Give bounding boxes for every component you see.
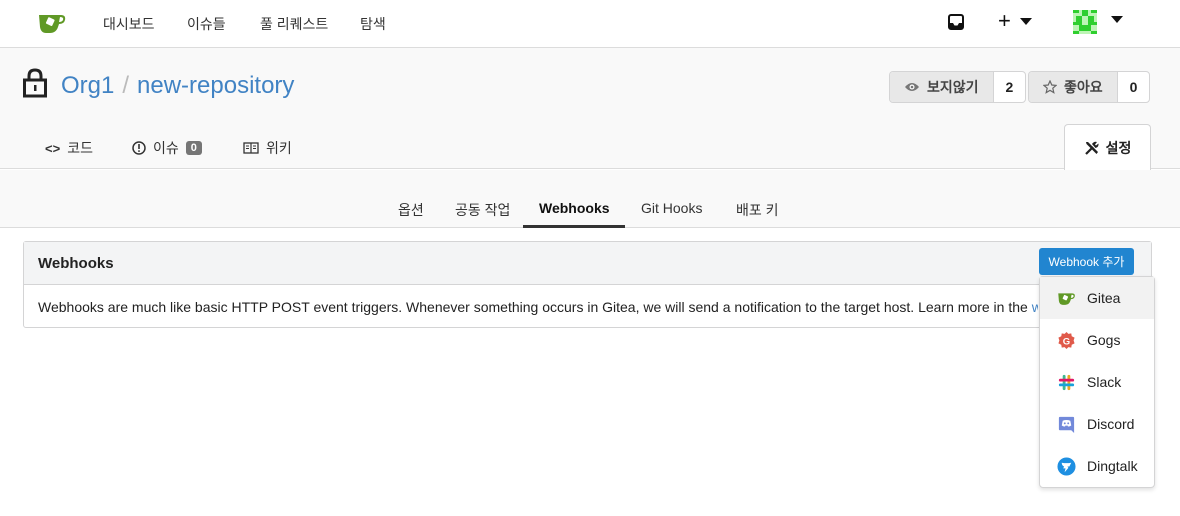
gitea-logo-icon[interactable] (37, 10, 67, 36)
unwatch-button[interactable]: 보지않기 (890, 72, 993, 102)
nav-explore[interactable]: 탐색 (360, 14, 386, 34)
submenu-options[interactable]: 옵션 (398, 200, 424, 220)
repo-owner-link[interactable]: Org1 (61, 72, 114, 99)
tab-code[interactable]: <> 코드 (45, 138, 93, 158)
repo-title: Org1 / new-repository (61, 72, 294, 100)
active-tab-underline (523, 225, 625, 228)
breadcrumb-separator: / (122, 72, 130, 99)
gogs-icon: G (1058, 331, 1075, 350)
star-button[interactable]: 좋아요 (1029, 72, 1117, 102)
issue-icon (132, 141, 146, 155)
user-menu-chevron-down-icon[interactable] (1111, 16, 1123, 23)
add-webhook-button[interactable]: Webhook 추가 (1039, 248, 1134, 275)
eye-icon (905, 83, 919, 91)
tab-code-label: 코드 (67, 140, 93, 156)
dingtalk-icon (1057, 457, 1076, 476)
nav-pull-requests[interactable]: 풀 리퀘스트 (260, 14, 328, 34)
tab-wiki[interactable]: 위키 (243, 138, 292, 158)
star-count[interactable]: 0 (1116, 72, 1150, 102)
webhooks-panel-title: Webhooks (38, 255, 114, 272)
repo-name-link[interactable]: new-repository (137, 72, 294, 99)
tab-settings[interactable]: 설정 (1064, 124, 1151, 170)
webhooks-panel: Webhooks Webhook 추가 Webhooks are much li… (23, 241, 1152, 328)
dropdown-item-slack[interactable]: Slack (1040, 361, 1154, 403)
dropdown-item-label: Gogs (1087, 332, 1121, 348)
star-label: 좋아요 (1064, 79, 1103, 95)
tab-issues[interactable]: 이슈 0 (132, 138, 202, 158)
star-button-group: 좋아요 0 (1028, 71, 1151, 103)
dropdown-item-dingtalk[interactable]: Dingtalk (1040, 445, 1154, 487)
dropdown-item-label: Dingtalk (1087, 458, 1138, 474)
inbox-icon[interactable] (947, 13, 965, 31)
dropdown-item-discord[interactable]: Discord (1040, 403, 1154, 445)
dropdown-item-gitea[interactable]: Gitea (1040, 277, 1154, 319)
tab-settings-label: 설정 (1105, 139, 1132, 156)
lock-icon (23, 68, 47, 98)
dropdown-item-label: Slack (1087, 374, 1122, 390)
watch-button-group: 보지않기 2 (889, 71, 1027, 103)
submenu-webhooks[interactable]: Webhooks (539, 200, 610, 216)
nav-dashboard[interactable]: 대시보드 (103, 14, 155, 34)
create-chevron-down-icon[interactable] (1020, 18, 1032, 25)
tab-issues-label: 이슈 (153, 140, 179, 156)
dropdown-item-label: Discord (1087, 416, 1135, 432)
webhook-type-dropdown: Gitea G Gogs Slack Discord Dingtalk (1039, 276, 1155, 488)
dropdown-item-gogs[interactable]: G Gogs (1040, 319, 1154, 361)
avatar[interactable] (1073, 10, 1097, 34)
dropdown-item-label: Gitea (1087, 290, 1121, 306)
top-navbar: 대시보드 이슈들 풀 리퀘스트 탐색 + (0, 0, 1180, 48)
slack-icon (1058, 374, 1075, 391)
settings-submenu: 옵션 공동 작업 Webhooks Git Hooks 배포 키 (0, 170, 1180, 228)
unwatch-label: 보지않기 (927, 79, 979, 95)
webhooks-description: Webhooks are much like basic HTTP POST e… (38, 299, 1038, 315)
webhooks-panel-header: Webhooks Webhook 추가 (24, 242, 1151, 285)
nav-issues[interactable]: 이슈들 (187, 14, 226, 34)
star-icon (1043, 80, 1057, 94)
webhooks-description-text: Webhooks are much like basic HTTP POST e… (38, 299, 1032, 315)
submenu-deploy-keys[interactable]: 배포 키 (736, 200, 779, 220)
gitea-icon (1058, 293, 1075, 305)
issues-count-badge: 0 (185, 141, 202, 155)
book-icon (243, 142, 259, 154)
plus-icon[interactable]: + (998, 10, 1011, 32)
submenu-collaboration[interactable]: 공동 작업 (455, 200, 510, 220)
webhooks-guide-link[interactable]: w (1032, 299, 1038, 315)
repo-header: Org1 / new-repository 보지않기 2 좋아요 0 <> 코드 이… (0, 48, 1180, 170)
submenu-git-hooks[interactable]: Git Hooks (641, 200, 702, 216)
discord-icon (1058, 416, 1075, 434)
watch-count[interactable]: 2 (992, 72, 1026, 102)
tab-wiki-label: 위키 (266, 140, 292, 156)
svg-text:G: G (1063, 336, 1070, 347)
tools-icon (1084, 141, 1099, 155)
code-icon: <> (45, 140, 61, 156)
